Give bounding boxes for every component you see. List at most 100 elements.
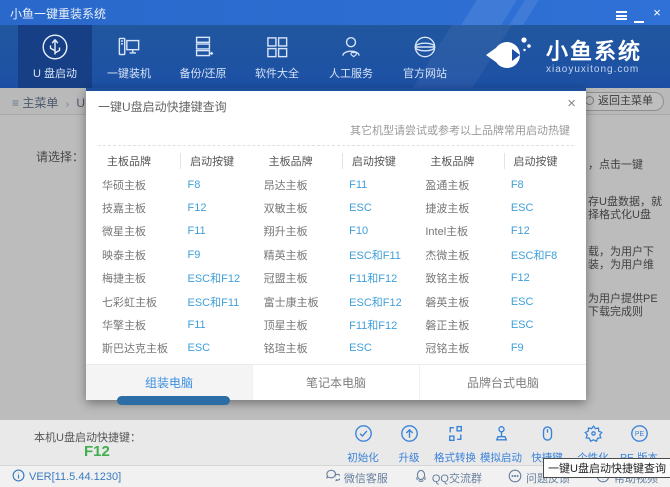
tool-simulate-boot[interactable]: 模拟启动 (478, 423, 524, 465)
table-header-row: 主板品牌 启动按键 (100, 148, 249, 173)
nav-item-human-service[interactable]: 人工服务 (314, 25, 388, 88)
key-cell: F11 (340, 179, 410, 191)
nav-item-udisk-boot[interactable]: U 盘启动 (18, 25, 92, 88)
key-cell: F9 (502, 342, 572, 354)
brand-cell: 顶星主板 (262, 317, 340, 333)
tool-initialize[interactable]: 初始化 (340, 423, 386, 465)
key-cell: F11和F12 (340, 317, 410, 333)
format-icon (446, 424, 465, 448)
brand-column-header: 主板品牌 (262, 153, 342, 169)
tab-laptop[interactable]: 笔记本电脑 (252, 365, 419, 400)
table-row: 微星主板F11 (100, 220, 249, 243)
svg-text:PE: PE (634, 431, 644, 438)
dialog-header: 一键U盘启动快捷键查询 × (86, 91, 586, 118)
minimize-icon[interactable] (630, 4, 648, 21)
table-row: 捷波主板ESC (423, 196, 572, 219)
key-cell: F12 (178, 202, 248, 214)
brand-cell: 富士康主板 (262, 294, 340, 310)
nav-item-official-site[interactable]: 官方网站 (388, 25, 462, 88)
key-cell: ESC (502, 296, 572, 308)
brand-cell: 捷波主板 (423, 200, 501, 216)
apps-icon (262, 32, 292, 62)
hotkey-table-group: 主板品牌 启动按键 盈通主板F8捷波主板ESCIntel主板F12杰微主板ESC… (423, 148, 572, 360)
table-row: 磐英主板ESC (423, 290, 572, 313)
upgrade-icon (400, 424, 419, 448)
nav-item-one-key-install[interactable]: 一键装机 (92, 25, 166, 88)
tool-upgrade[interactable]: 升级 (386, 423, 432, 465)
key-cell: F11和F12 (340, 270, 410, 286)
table-row: 铭瑄主板ESC (262, 337, 411, 360)
hotkey-table-group: 主板品牌 启动按键 华硕主板F8技嘉主板F12微星主板F11映泰主板F9梅捷主板… (100, 148, 249, 360)
local-hotkey-value: F12 (84, 443, 110, 460)
hotkey-table: 主板品牌 启动按键 华硕主板F8技嘉主板F12微星主板F11映泰主板F9梅捷主板… (100, 148, 572, 360)
backup-icon (188, 32, 218, 62)
table-row: 盈通主板F8 (423, 173, 572, 196)
key-cell: ESC (340, 202, 410, 214)
key-cell: F10 (340, 225, 410, 237)
brand-cell: 七彩虹主板 (100, 294, 178, 310)
usb-icon (40, 32, 70, 62)
nav-item-label: 软件大全 (255, 65, 299, 81)
close-icon[interactable]: × (648, 4, 666, 21)
key-cell: ESC (502, 319, 572, 331)
brand-cell: 磐正主板 (423, 317, 501, 333)
key-column-header: 启动按键 (180, 153, 249, 169)
hotkey-icon (538, 424, 557, 448)
brand-cell: 斯巴达克主板 (100, 340, 178, 356)
brand-column-header: 主板品牌 (100, 153, 180, 169)
table-header-row: 主板品牌 启动按键 (262, 148, 411, 173)
table-row: 华硕主板F8 (100, 173, 249, 196)
qq-group-link[interactable]: QQ交流群 (414, 469, 482, 486)
tool-format-convert[interactable]: 格式转换 (432, 423, 478, 465)
table-row: 精英主板ESC和F11 (262, 243, 411, 266)
wechat-support-link[interactable]: 微信客服 (326, 469, 388, 486)
active-tab-underline (117, 396, 230, 405)
table-row: 翔升主板F10 (262, 220, 411, 243)
brand-cell: 冠铭主板 (423, 340, 501, 356)
init-icon (354, 424, 373, 448)
fish-logo-icon (476, 33, 538, 82)
menu-icon[interactable] (612, 4, 630, 21)
brand-cell: 磐英主板 (423, 294, 501, 310)
key-cell: F12 (502, 272, 572, 284)
table-row: 技嘉主板F12 (100, 196, 249, 219)
key-cell: ESC和F11 (340, 247, 410, 263)
nav-item-backup-restore[interactable]: 备份/还原 (166, 25, 240, 88)
table-row: 七彩虹主板ESC和F11 (100, 290, 249, 313)
table-row: 冠盟主板F11和F12 (262, 267, 411, 290)
brand-cell: 华擎主板 (100, 317, 178, 333)
dialog-close-icon[interactable]: × (567, 95, 576, 112)
brand-cell: 华硕主板 (100, 177, 178, 193)
title-bar: 小鱼一键重装系统 × (0, 0, 670, 25)
app-window: 小鱼一键重装系统 × U 盘启动 (0, 0, 670, 487)
table-row: 双敏主板ESC (262, 196, 411, 219)
key-cell: ESC和F11 (178, 294, 248, 310)
hotkey-table-group: 主板品牌 启动按键 昂达主板F11双敏主板ESC翔升主板F10精英主板ESC和F… (262, 148, 411, 360)
tab-brand-desktop[interactable]: 品牌台式电脑 (419, 365, 586, 400)
key-column-header: 启动按键 (342, 153, 411, 169)
table-row: 顶星主板F11和F12 (262, 313, 411, 336)
table-row: 富士康主板ESC和F12 (262, 290, 411, 313)
brand-cell: 技嘉主板 (100, 200, 178, 216)
table-row: 致铭主板F12 (423, 267, 572, 290)
wechat-icon (326, 469, 340, 486)
key-cell: F8 (502, 179, 572, 191)
key-column-header: 启动按键 (504, 153, 573, 169)
pe-icon: PE (630, 424, 649, 448)
nav-item-software-center[interactable]: 软件大全 (240, 25, 314, 88)
key-cell: F11 (178, 319, 248, 331)
table-row: 映泰主板F9 (100, 243, 249, 266)
table-row: 昂达主板F11 (262, 173, 411, 196)
brand-cell: 精英主板 (262, 247, 340, 263)
brand-cell: 致铭主板 (423, 270, 501, 286)
computer-icon (114, 32, 144, 62)
table-row: 磐正主板ESC (423, 313, 572, 336)
brand-cell: 翔升主板 (262, 223, 340, 239)
key-cell: ESC和F12 (178, 270, 248, 286)
brand-cell: 映泰主板 (100, 247, 178, 263)
brand-cell: Intel主板 (423, 223, 501, 239)
tab-assembled-pc[interactable]: 组装电脑 (86, 365, 252, 400)
hotkey-lookup-dialog: 一键U盘启动快捷键查询 × 其它机型请尝试或参考以上品牌常用启动热键 主板品牌 … (86, 88, 586, 400)
dialog-note: 其它机型请尝试或参考以上品牌常用启动热键 (86, 122, 570, 138)
brand-domain: xiaoyuxitong.com (546, 64, 642, 75)
